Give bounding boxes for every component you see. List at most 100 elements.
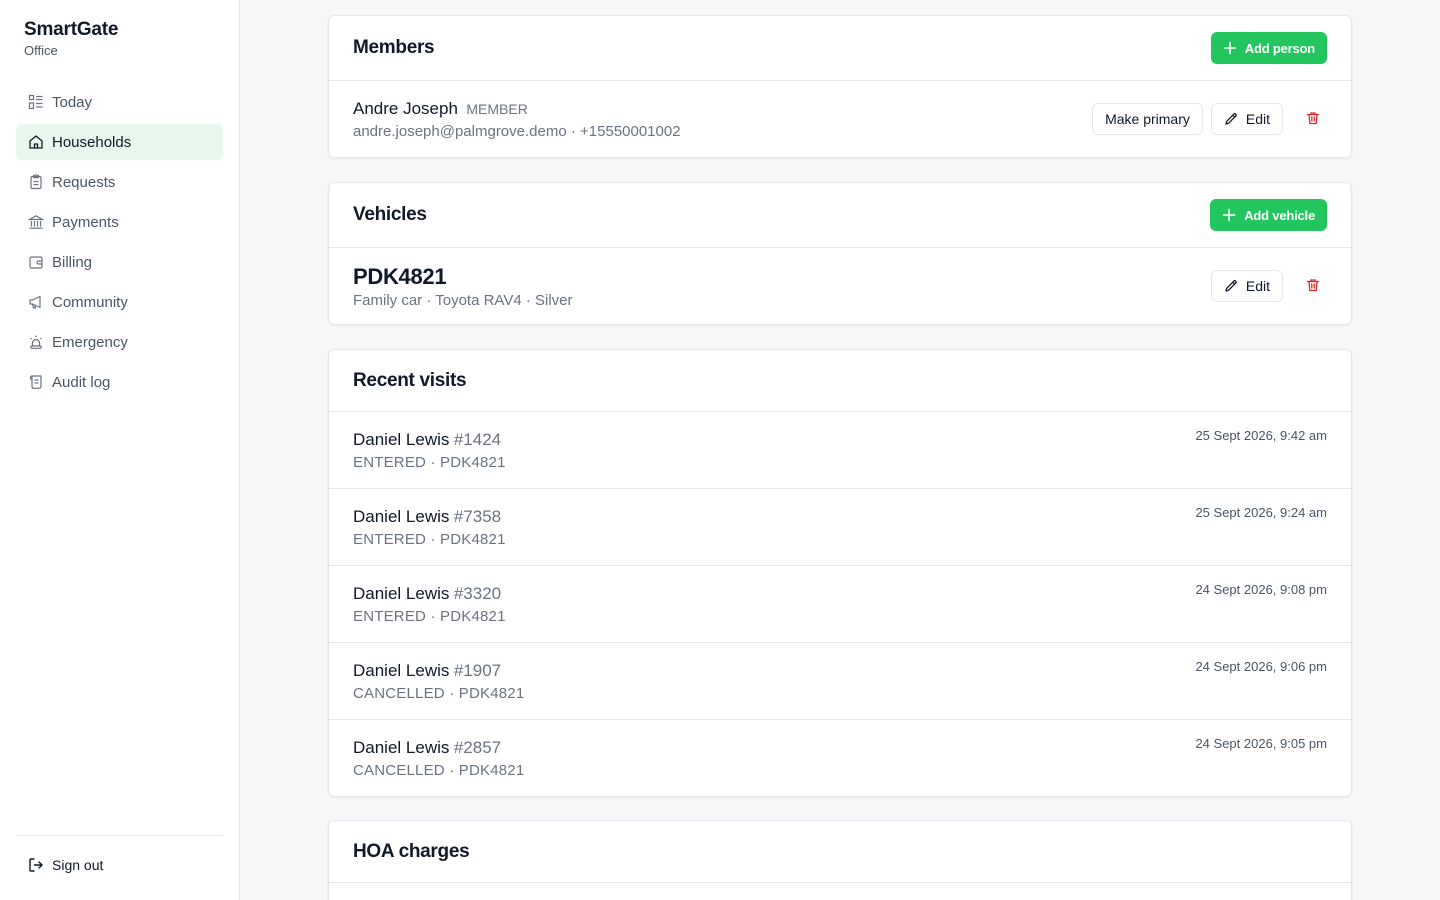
- sidebar-item-label: Community: [52, 293, 128, 311]
- visit-time: 24 Sept 2026, 9:05 pm: [1195, 736, 1327, 751]
- visit-number: #1424: [453, 430, 502, 449]
- sidebar-item-label: Requests: [52, 173, 116, 191]
- visit-guest-name: Daniel Lewis: [353, 738, 450, 757]
- add-vehicle-button[interactable]: Add vehicle: [1210, 199, 1327, 231]
- members-card: Members Add person Andre Joseph MEMBER a…: [328, 15, 1352, 158]
- members-header: Members Add person: [329, 16, 1351, 81]
- add-person-label: Add person: [1244, 40, 1315, 56]
- member-info: Andre Joseph MEMBER andre.joseph@palmgro…: [353, 98, 681, 140]
- sidebar-item-emergency[interactable]: Emergency: [16, 324, 223, 360]
- sidebar-item-label: Audit log: [52, 373, 111, 391]
- visit-row[interactable]: Daniel Lewis #7358 ENTERED · PDK4821 25 …: [329, 489, 1351, 566]
- vehicles-card: Vehicles Add vehicle PDK4821 Family car …: [328, 182, 1352, 325]
- visit-guest-name: Daniel Lewis: [353, 430, 450, 449]
- siren-icon: [28, 334, 44, 350]
- member-name: Andre Joseph: [353, 98, 458, 118]
- sidebar-item-households[interactable]: Households: [16, 124, 223, 160]
- vehicle-actions: Edit: [1210, 270, 1327, 302]
- hoa-title: HOA charges: [353, 840, 470, 862]
- visits-title: Recent visits: [353, 369, 467, 391]
- visit-status: CANCELLED: [353, 762, 445, 779]
- visit-time: 24 Sept 2026, 9:06 pm: [1195, 659, 1327, 674]
- pencil-icon: [1224, 112, 1238, 126]
- logout-icon: [28, 857, 44, 873]
- visit-plate: PDK4821: [458, 762, 525, 779]
- visit-number: #7358: [453, 507, 502, 526]
- visit-guest-name: Daniel Lewis: [353, 507, 450, 526]
- sidebar-item-label: Households: [52, 133, 132, 151]
- member-phone: +15550001002: [580, 122, 681, 140]
- visit-time: 24 Sept 2026, 9:08 pm: [1195, 582, 1327, 597]
- trash-icon: [1306, 278, 1320, 295]
- clipboard-icon: [28, 174, 44, 190]
- visit-plate: PDK4821: [440, 454, 506, 471]
- visit-number: #2857: [453, 738, 502, 757]
- visit-plate: PDK4821: [440, 531, 506, 548]
- visit-row[interactable]: Daniel Lewis #1907 CANCELLED · PDK4821 2…: [329, 643, 1351, 720]
- visit-time: 25 Sept 2026, 9:42 am: [1195, 428, 1327, 443]
- hoa-charges-card: HOA charges: [328, 820, 1352, 900]
- visit-guest-name: Daniel Lewis: [353, 584, 450, 603]
- sidebar-item-label: Billing: [52, 253, 93, 271]
- sign-out-button[interactable]: Sign out: [28, 857, 103, 873]
- visit-row[interactable]: Daniel Lewis #3320 ENTERED · PDK4821 24 …: [329, 566, 1351, 643]
- sidebar-item-requests[interactable]: Requests: [16, 164, 223, 200]
- sidebar-item-label: Emergency: [52, 333, 128, 351]
- brand-subtitle: Office: [24, 43, 58, 58]
- visit-status: ENTERED: [353, 531, 427, 548]
- visit-guest-name: Daniel Lewis: [353, 661, 450, 680]
- member-role-badge: MEMBER: [466, 100, 528, 117]
- vehicles-title: Vehicles: [353, 204, 427, 225]
- delete-vehicle-button[interactable]: [1299, 270, 1327, 302]
- brand-name: SmartGate: [24, 19, 119, 40]
- sidebar: SmartGate Office Today Households Reques…: [0, 0, 240, 900]
- recent-visits-card: Recent visits Daniel Lewis #1424 ENTERED…: [328, 349, 1352, 797]
- vehicle-info: PDK4821 Family car · Toyota RAV4 · Silve…: [353, 264, 573, 309]
- visit-status: ENTERED: [353, 454, 427, 471]
- make-primary-button[interactable]: Make primary: [1092, 103, 1203, 135]
- sidebar-item-today[interactable]: Today: [16, 84, 223, 120]
- visit-row[interactable]: Daniel Lewis #2857 CANCELLED · PDK4821 2…: [329, 720, 1351, 796]
- visit-row[interactable]: Daniel Lewis #1424 ENTERED · PDK4821 25 …: [329, 412, 1351, 489]
- visit-plate: PDK4821: [458, 685, 525, 702]
- sidebar-item-label: Payments: [52, 213, 119, 231]
- delete-member-button[interactable]: [1299, 103, 1327, 135]
- visit-status: ENTERED: [353, 608, 427, 625]
- vehicle-row: PDK4821 Family car · Toyota RAV4 · Silve…: [329, 248, 1351, 324]
- visits-header: Recent visits: [329, 350, 1351, 412]
- bank-icon: [28, 214, 44, 230]
- vehicle-plate: PDK4821: [353, 263, 447, 289]
- members-title: Members: [353, 37, 435, 58]
- pencil-icon: [1224, 279, 1238, 293]
- add-vehicle-label: Add vehicle: [1244, 207, 1315, 223]
- sidebar-item-community[interactable]: Community: [16, 284, 223, 320]
- sign-out-label: Sign out: [52, 857, 104, 873]
- hoa-header: HOA charges: [329, 821, 1351, 883]
- vehicle-description: Family car · Toyota RAV4 · Silver: [353, 291, 573, 309]
- edit-label: Edit: [1245, 111, 1270, 127]
- sidebar-item-billing[interactable]: Billing: [16, 244, 223, 280]
- edit-vehicle-button[interactable]: Edit: [1210, 270, 1283, 302]
- visit-plate: PDK4821: [440, 608, 506, 625]
- visit-number: #1907: [453, 661, 502, 680]
- edit-member-button[interactable]: Edit: [1210, 103, 1283, 135]
- vehicles-header: Vehicles Add vehicle: [329, 183, 1351, 248]
- megaphone-icon: [28, 294, 44, 310]
- member-email: andre.joseph@palmgrove.demo: [353, 122, 567, 140]
- trash-icon: [1306, 111, 1320, 128]
- plus-icon: [1222, 208, 1236, 222]
- sidebar-item-audit-log[interactable]: Audit log: [16, 364, 223, 400]
- sidebar-divider: [16, 835, 223, 836]
- sidebar-nav: Today Households Requests Payments Billi…: [16, 84, 223, 404]
- edit-label: Edit: [1245, 278, 1270, 294]
- sidebar-item-label: Today: [52, 93, 93, 111]
- dashboard-icon: [28, 94, 44, 110]
- visit-time: 25 Sept 2026, 9:24 am: [1195, 505, 1327, 520]
- home-icon: [28, 134, 44, 150]
- visit-status: CANCELLED: [353, 685, 445, 702]
- brand: SmartGate Office: [24, 19, 118, 58]
- add-person-button[interactable]: Add person: [1210, 32, 1327, 64]
- plus-icon: [1223, 41, 1237, 55]
- member-row: Andre Joseph MEMBER andre.joseph@palmgro…: [329, 81, 1351, 157]
- sidebar-item-payments[interactable]: Payments: [16, 204, 223, 240]
